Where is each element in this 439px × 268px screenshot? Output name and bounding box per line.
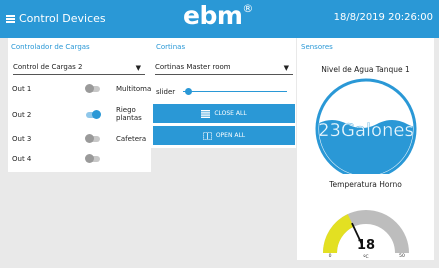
out1-label: Out 1 [12,85,32,93]
brand-logo: ebm® [183,1,253,30]
cortinas-title: Cortinas [156,43,186,51]
temperature-gauge: 18 ºC 0 50 [323,210,409,260]
cortinas-card: Cortinas Cortinas Master room ▼ slider C… [151,38,296,148]
cortinas-slider-handle[interactable] [185,88,192,95]
out1-toggle[interactable] [85,84,100,93]
close-all-button[interactable]: CLOSE ALL [153,104,295,123]
close-icon [201,109,211,118]
out4-label: Out 4 [12,155,32,163]
gauge-min-label: 0 [329,253,332,259]
top-app-bar: Control Devices ebm® 18/8/2019 20:26:00 [0,0,439,38]
gauge-value: 18 [357,238,375,253]
open-all-button[interactable]: OPEN ALL [153,126,295,145]
menu-button[interactable]: Control Devices [6,11,106,27]
cortinas-slider-track[interactable] [183,91,287,92]
chevron-down-icon: ▼ [135,64,141,72]
menu-label: Control Devices [19,12,106,25]
gauge-fill [323,214,355,254]
cargas-card: Controlador de Cargas Control de Cargas … [8,38,151,172]
water-tank-gauge: 23Galones [315,78,417,174]
slider-label: slider [156,88,176,96]
gauge-title: Temperatura Horno [329,180,402,189]
open-all-label: OPEN ALL [215,132,246,139]
datetime-display: 18/8/2019 20:26:00 [333,12,433,23]
sensores-card: Sensores Nivel de Agua Tanque 1 23Galone… [297,38,434,260]
close-all-label: CLOSE ALL [214,110,247,117]
cargas-select[interactable]: Control de Cargas 2 ▼ [13,62,145,75]
out1-desc: Multitoma [116,85,152,93]
cargas-title: Controlador de Cargas [11,43,90,51]
out3-desc: Cafetera [116,135,147,143]
tank-value-text: 23Galones [318,120,414,141]
cortinas-select-value: Cortinas Master room [155,63,231,71]
out4-toggle[interactable] [85,154,100,163]
gauge-unit: ºC [363,254,368,260]
out2-toggle[interactable] [86,110,101,119]
menu-icon [6,15,15,23]
out2-label: Out 2 [12,111,32,119]
out3-toggle[interactable] [85,134,100,143]
open-icon [202,131,212,140]
out3-label: Out 3 [12,135,32,143]
cargas-select-value: Control de Cargas 2 [13,63,83,71]
cortinas-select[interactable]: Cortinas Master room ▼ [155,62,293,75]
gauge-max-label: 50 [399,253,405,259]
chevron-down-icon: ▼ [283,64,289,72]
out2-desc: Riego plantas [116,106,142,122]
sensores-title: Sensores [301,43,333,51]
